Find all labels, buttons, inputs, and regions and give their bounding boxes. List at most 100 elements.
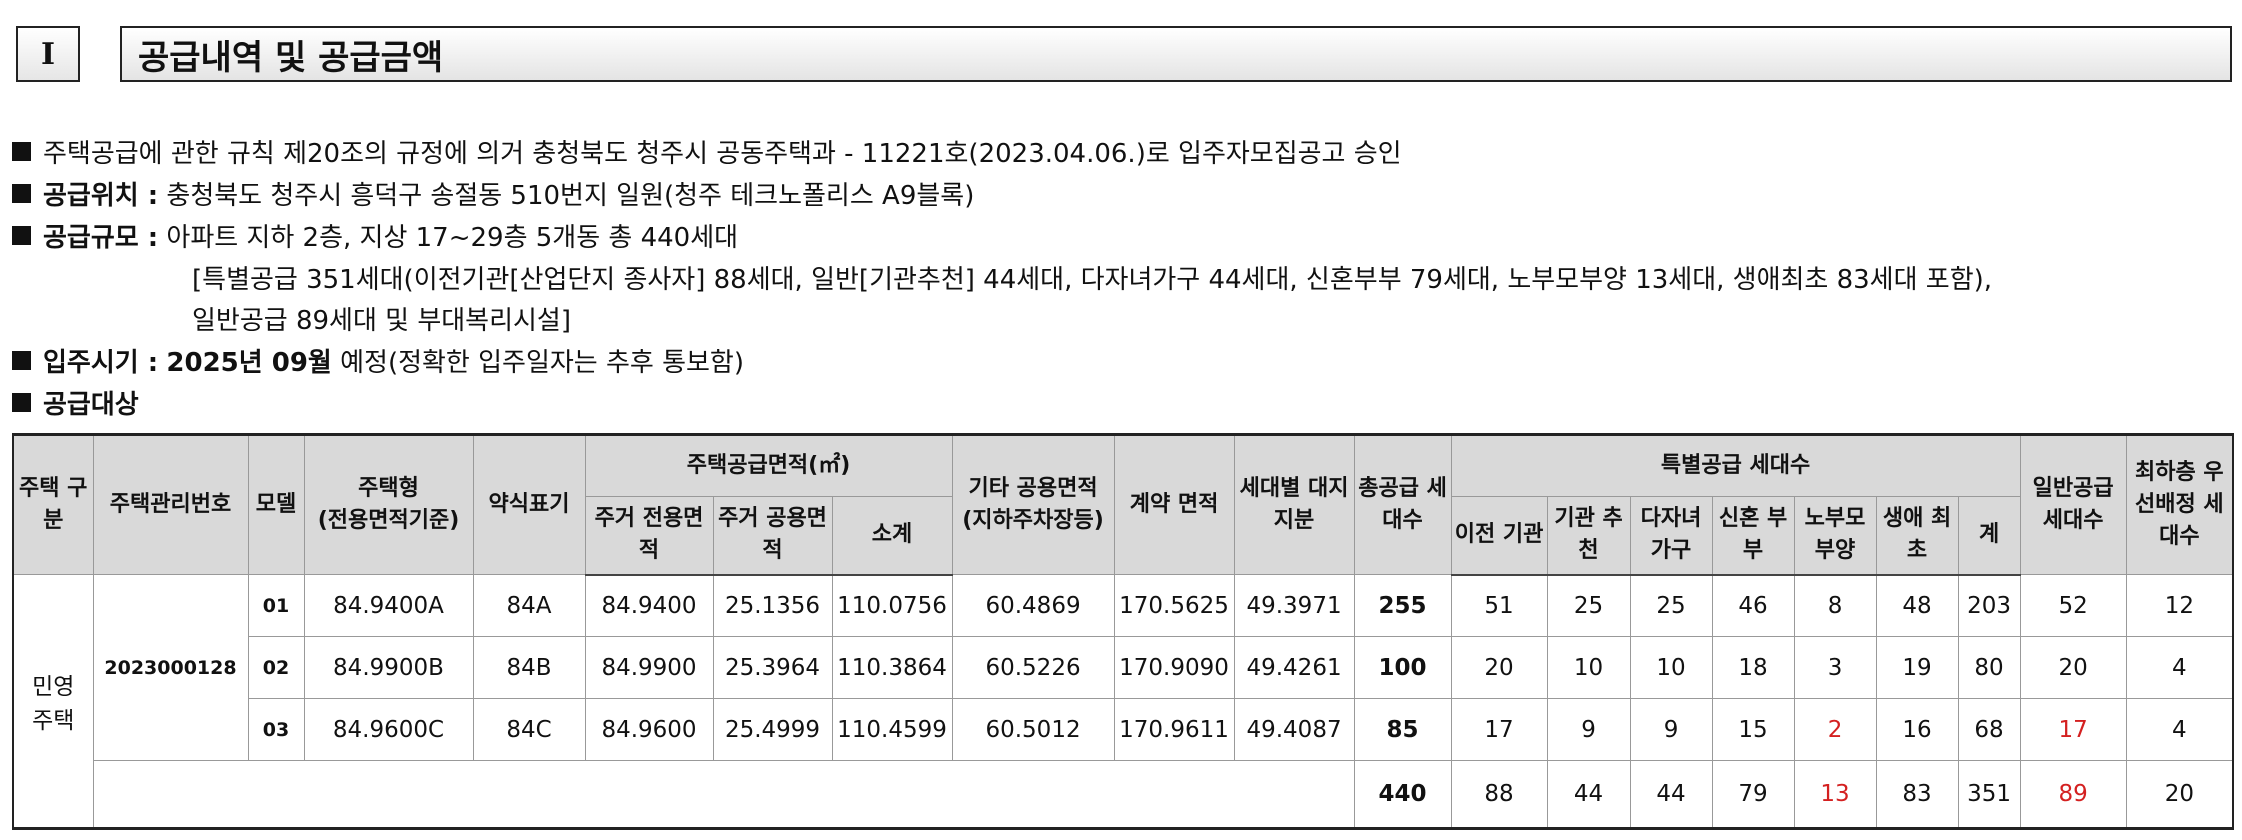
parents-cell: 8 — [1793, 574, 1877, 637]
bullet-move-in: 입주시기 : 2025년 09월 예정(정확한 입주일자는 추후 통보함) — [12, 342, 744, 379]
newly-cell: 18 — [1711, 636, 1795, 699]
newly-cell: 15 — [1711, 698, 1795, 761]
location-value: 충청북도 청주시 흥덕구 송절동 510번지 일원(청주 테크노폴리스 A9블록… — [166, 181, 975, 211]
multi-cell: 9 — [1629, 698, 1713, 761]
general-cell: 17 — [2019, 698, 2127, 761]
scale-line-3: 일반공급 89세대 및 부대복리시설] — [192, 306, 571, 336]
total-row-blank — [92, 760, 1355, 829]
section-title: 공급내역 및 공급금액 — [120, 26, 2232, 82]
newly-sum-cell: 79 — [1711, 760, 1795, 829]
header-lowest-floor: 최하층 우선배정 세대수 — [2125, 434, 2234, 575]
header-subtotal: 소계 — [831, 496, 953, 576]
header-sp-agency: 기관 추천 — [1546, 496, 1631, 576]
scale-value: 아파트 지하 2층, 지상 17~29층 5개동 총 440세대 — [166, 223, 739, 253]
move-date: 2025년 09월 — [166, 348, 332, 378]
square-bullet-icon — [12, 351, 31, 370]
reloc-sum-cell: 88 — [1450, 760, 1548, 829]
header-model: 모델 — [247, 434, 305, 575]
header-contract-area: 계약 면적 — [1113, 434, 1235, 575]
header-house-class: 주택 구분 — [12, 434, 94, 575]
model-cell: 01 — [247, 574, 305, 637]
first-cell: 16 — [1875, 698, 1959, 761]
header-sp-newlywed: 신혼 부부 — [1711, 496, 1795, 576]
agency-cell: 9 — [1546, 698, 1631, 761]
type-cell: 84.9600C — [303, 698, 474, 761]
square-bullet-icon — [12, 142, 31, 161]
parents-cell: 2 — [1793, 698, 1877, 761]
square-bullet-icon — [12, 226, 31, 245]
header-total-supply: 총공급 세대수 — [1353, 434, 1452, 575]
header-supply-area: 주택공급면적(㎡) — [584, 434, 953, 497]
excl-cell: 84.9900 — [584, 636, 714, 699]
model-cell: 02 — [247, 636, 305, 699]
reloc-cell: 20 — [1450, 636, 1548, 699]
parents-cell: 3 — [1793, 636, 1877, 699]
mgmt-number-cell: 2023000128 — [92, 574, 249, 761]
header-abbr: 약식표기 — [472, 434, 586, 575]
land-cell: 49.4087 — [1233, 698, 1355, 761]
supply-table: 주택 구분 주택관리번호 모델 주택형 (전용면적기준) 약식표기 주택공급면적(… — [12, 433, 2235, 830]
contract-cell: 170.9611 — [1113, 698, 1235, 761]
header-sp-relocation: 이전 기관 — [1450, 496, 1548, 576]
other-common-sub: (지하주차장등) — [962, 508, 1104, 533]
lowest-sum-cell: 20 — [2125, 760, 2234, 829]
land-cell: 49.4261 — [1233, 636, 1355, 699]
first-cell: 19 — [1875, 636, 1959, 699]
multi-sum-cell: 44 — [1629, 760, 1713, 829]
abbr-cell: 84A — [472, 574, 586, 637]
abbr-cell: 84C — [472, 698, 586, 761]
bullet-scale: 공급규모 : 아파트 지하 2층, 지상 17~29층 5개동 총 440세대 — [12, 217, 738, 254]
reloc-cell: 17 — [1450, 698, 1548, 761]
agency-cell: 10 — [1546, 636, 1631, 699]
parents-sum-cell: 13 — [1793, 760, 1877, 829]
total-cell: 100 — [1353, 636, 1452, 699]
sub-cell: 110.0756 — [831, 574, 953, 637]
header-mgmt-no: 주택관리번호 — [92, 434, 249, 575]
land-cell: 49.3971 — [1233, 574, 1355, 637]
spsum-cell: 68 — [1957, 698, 2021, 761]
approval-text: 주택공급에 관한 규칙 제20조의 규정에 의거 충청북도 청주시 공동주택과 … — [43, 139, 1402, 169]
header-exclusive-area: 주거 전용면적 — [584, 496, 714, 576]
general-cell: 20 — [2019, 636, 2127, 699]
bullet-location: 공급위치 : 충청북도 청주시 흥덕구 송절동 510번지 일원(청주 테크노폴… — [12, 175, 974, 212]
general-cell: 52 — [2019, 574, 2127, 637]
common-cell: 25.3964 — [712, 636, 833, 699]
first-cell: 48 — [1875, 574, 1959, 637]
location-label: 공급위치 : — [43, 181, 159, 211]
spsum-sum-cell: 351 — [1957, 760, 2021, 829]
lowest-cell: 12 — [2125, 574, 2234, 637]
move-label: 입주시기 : — [43, 348, 159, 378]
target-label: 공급대상 — [43, 390, 139, 420]
section-number: I — [16, 26, 80, 82]
contract-cell: 170.5625 — [1113, 574, 1235, 637]
multi-cell: 25 — [1629, 574, 1713, 637]
spsum-cell: 203 — [1957, 574, 2021, 637]
header-sp-parents: 노부모 부양 — [1793, 496, 1877, 576]
type-cell: 84.9400A — [303, 574, 474, 637]
header-other-common: 기타 공용면적 (지하주차장등) — [951, 434, 1115, 575]
contract-cell: 170.9090 — [1113, 636, 1235, 699]
square-bullet-icon — [12, 393, 31, 412]
general-sum-cell: 89 — [2019, 760, 2127, 829]
model-cell: 03 — [247, 698, 305, 761]
total-cell: 255 — [1353, 574, 1452, 637]
agency-sum-cell: 44 — [1546, 760, 1631, 829]
other-cell: 60.4869 — [951, 574, 1115, 637]
sub-cell: 110.4599 — [831, 698, 953, 761]
total-sum-cell: 440 — [1353, 760, 1452, 829]
lowest-cell: 4 — [2125, 698, 2234, 761]
house-type-sub: (전용면적기준) — [317, 508, 460, 533]
excl-cell: 84.9400 — [584, 574, 714, 637]
other-common-label: 기타 공용면적 — [968, 476, 1098, 502]
square-bullet-icon — [12, 184, 31, 203]
header-house-type: 주택형 (전용면적기준) — [303, 434, 474, 575]
reloc-cell: 51 — [1450, 574, 1548, 637]
header-sp-sum: 계 — [1957, 496, 2021, 576]
excl-cell: 84.9600 — [584, 698, 714, 761]
bullet-approval: 주택공급에 관한 규칙 제20조의 규정에 의거 충청북도 청주시 공동주택과 … — [12, 133, 1402, 170]
first-sum-cell: 83 — [1875, 760, 1959, 829]
common-cell: 25.1356 — [712, 574, 833, 637]
header-special-supply: 특별공급 세대수 — [1450, 434, 2021, 497]
lowest-cell: 4 — [2125, 636, 2234, 699]
header-land-share: 세대별 대지지분 — [1233, 434, 1355, 575]
